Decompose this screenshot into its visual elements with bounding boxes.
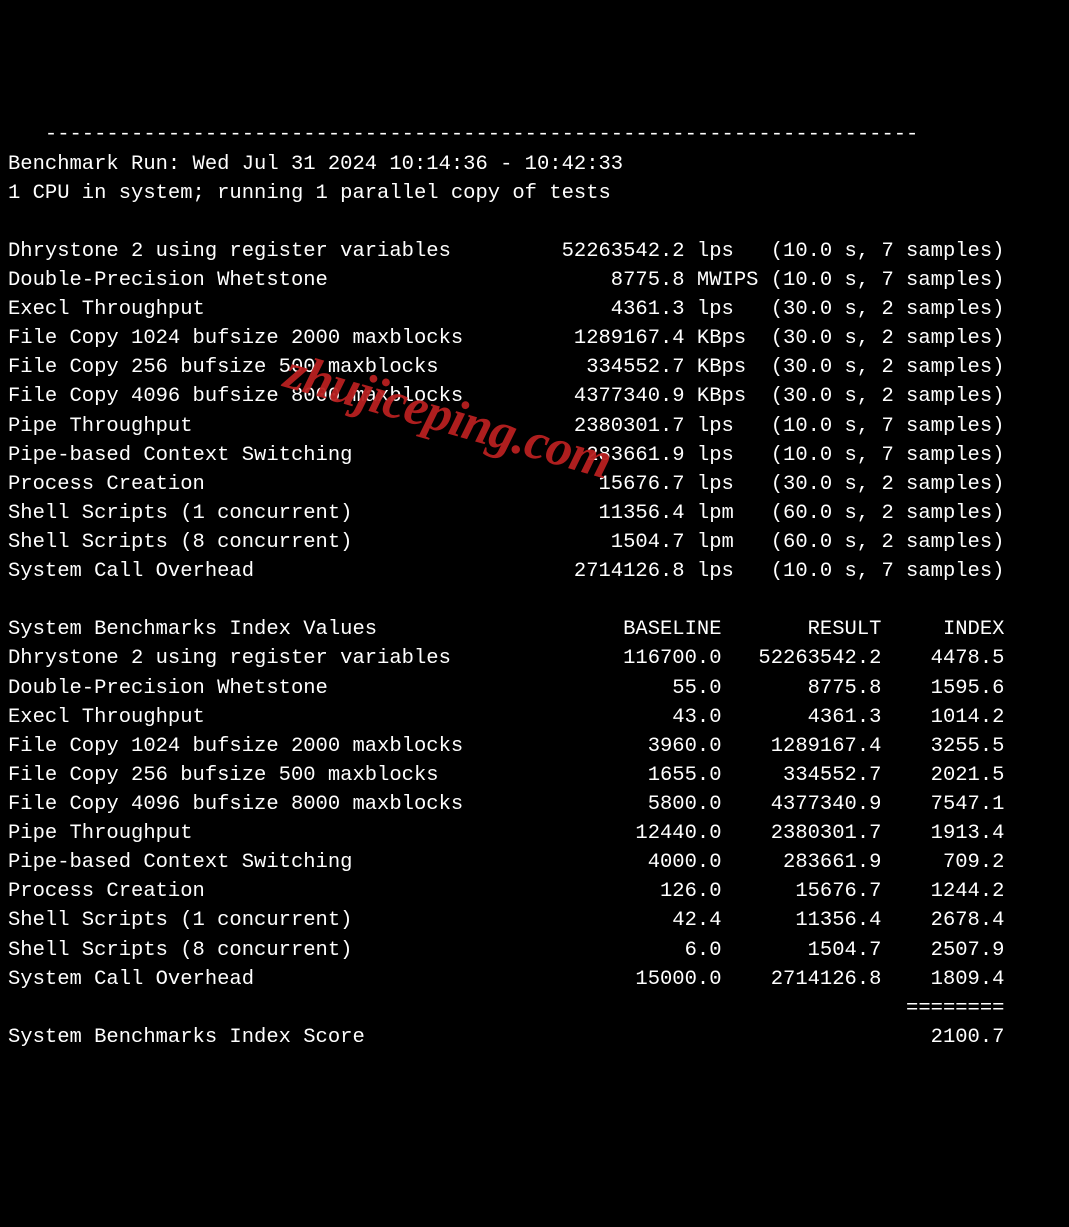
terminal-output: ----------------------------------------… xyxy=(8,120,1061,1052)
